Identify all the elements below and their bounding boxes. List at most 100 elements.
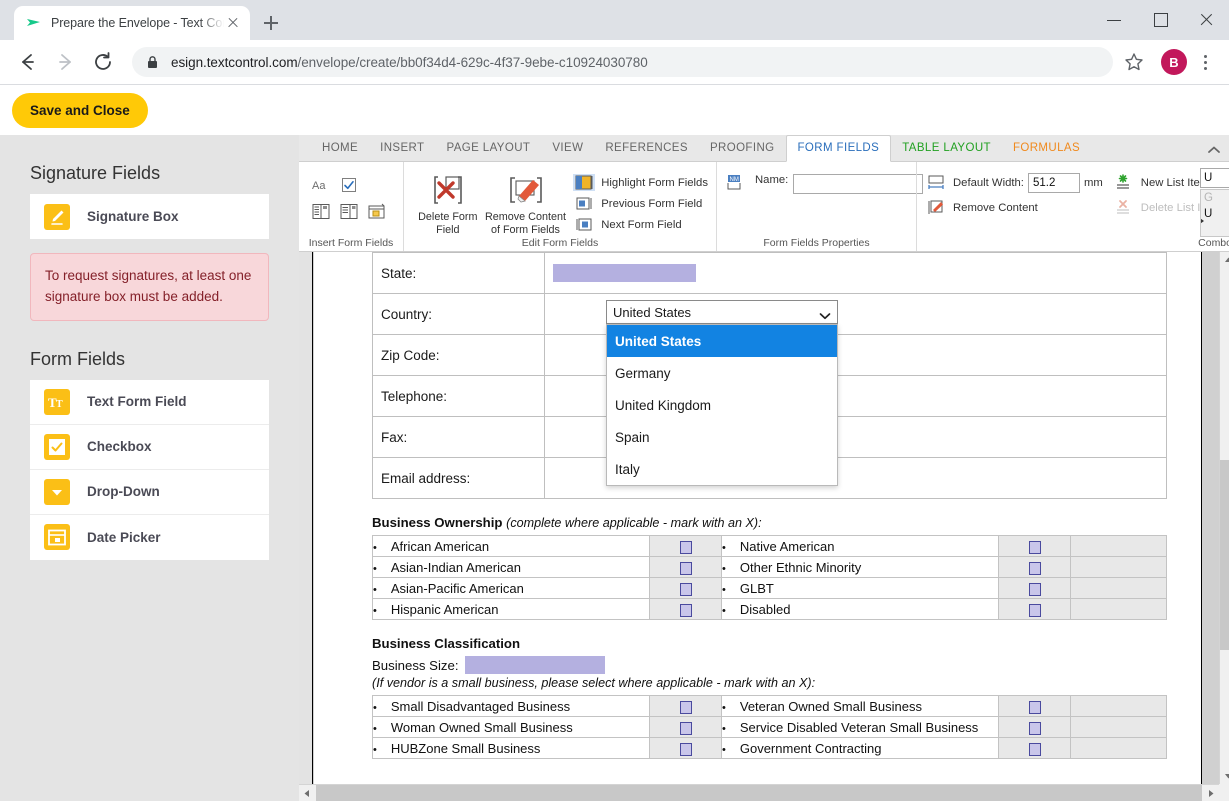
next-form-field-label: Next Form Field [601,218,682,231]
checkbox-field[interactable] [679,721,692,735]
option-checkbox-cell[interactable] [998,577,1071,599]
checkbox-field[interactable] [1028,721,1041,735]
tab-formulas[interactable]: FORMULAS [1002,136,1091,161]
url-path: /envelope/create/bb0f34d4-629c-4f37-9ebe… [297,54,648,70]
business-ownership-title: Business Ownership (complete where appli… [372,515,1167,530]
new-tab-button[interactable] [258,10,284,36]
insert-date-field-icon[interactable] [363,198,391,224]
country-dropdown[interactable]: United States United States Germany Unit… [606,300,838,486]
option-checkbox-cell[interactable] [998,695,1071,717]
dropdown-option[interactable]: Germany [607,357,837,389]
remove-content-of-form-fields-button[interactable]: Remove Content of Form Fields [484,168,568,238]
close-icon[interactable] [224,14,242,32]
window-close-button[interactable] [1183,0,1229,40]
combo-preview-item[interactable]: U [1204,206,1229,222]
delete-form-field-button[interactable]: Delete Form Field [412,168,484,238]
sidebar-item-text-form-field[interactable]: TT Text Form Field [30,380,269,425]
collapse-ribbon-icon[interactable] [1206,143,1222,157]
save-and-close-button[interactable]: Save and Close [12,92,148,128]
option-checkbox-cell[interactable] [998,535,1071,557]
checkbox-field[interactable] [1028,742,1041,756]
sidebar-item-checkbox[interactable]: Checkbox [30,425,269,470]
checkbox-field[interactable] [1028,561,1041,575]
option-checkbox-cell[interactable] [998,737,1071,759]
dropdown-option[interactable]: United Kingdom [607,389,837,421]
sidebar-item-drop-down[interactable]: Drop-Down [30,470,269,515]
tab-proofing[interactable]: PROOFING [699,136,786,161]
checkbox-field[interactable] [1028,603,1041,617]
checkbox-field[interactable] [679,582,692,596]
tab-references[interactable]: REFERENCES [594,136,699,161]
tab-form-fields[interactable]: FORM FIELDS [785,135,892,162]
tab-home[interactable]: HOME [311,136,369,161]
tab-view[interactable]: VIEW [541,136,594,161]
forward-icon[interactable] [49,46,81,78]
option-checkbox-cell[interactable] [649,737,722,759]
checkbox-field[interactable] [1028,700,1041,714]
browser-tab[interactable]: Prepare the Envelope - Text Cont [14,6,250,40]
country-dropdown-field[interactable]: United States [606,300,838,324]
option-checkbox-cell[interactable] [998,716,1071,738]
address-bar[interactable]: esign.textcontrol.com/envelope/create/bb… [132,47,1113,77]
remove-content-button[interactable]: Remove Content [925,197,1103,218]
vertical-scrollbar[interactable] [1219,252,1229,784]
maximize-button[interactable] [1137,0,1183,40]
business-size-form-field[interactable] [464,656,605,674]
option-checkbox-cell[interactable] [649,598,722,620]
default-width-input[interactable] [1027,172,1080,193]
sidebar-item-signature-box[interactable]: Signature Box [30,194,269,239]
country-dropdown-list[interactable]: United States Germany United Kingdom Spa… [606,324,838,486]
tab-insert[interactable]: INSERT [369,136,435,161]
avatar[interactable]: B [1161,49,1187,75]
bookmark-star-icon[interactable] [1119,47,1149,77]
vertical-scrollbar-thumb[interactable] [1220,460,1229,650]
insert-checkbox-icon[interactable] [335,172,363,198]
combo-list-preview[interactable]: U G U [1198,168,1229,240]
highlight-form-fields-toggle[interactable]: Highlight Form Fields [573,172,708,193]
horizontal-scrollbar-thumb[interactable] [316,785,1202,801]
horizontal-scrollbar[interactable] [299,784,1219,801]
next-form-field-button[interactable]: Next Form Field [573,214,708,235]
option-checkbox-cell[interactable] [649,556,722,578]
scroll-up-icon[interactable] [1220,252,1229,269]
checkbox-field[interactable] [1028,540,1041,554]
scroll-down-icon[interactable] [1220,767,1229,784]
checkbox-field[interactable] [1028,582,1041,596]
field-name-input[interactable] [793,174,924,194]
checkbox-field[interactable] [679,700,692,714]
option-checkbox-cell[interactable] [649,577,722,599]
ribbon-group-label: Edit Form Fields [521,237,599,249]
reload-icon[interactable] [87,46,119,78]
combo-preview-list[interactable]: G U [1200,189,1229,237]
minimize-button[interactable] [1091,0,1137,40]
checkbox-field[interactable] [679,742,692,756]
insert-combo-field-icon[interactable] [335,198,363,224]
combo-preview-item[interactable]: G [1204,190,1229,206]
sidebar-item-date-picker[interactable]: Date Picker [30,515,269,560]
option-checkbox-cell[interactable] [649,535,722,557]
state-form-field[interactable] [553,264,696,282]
checkbox-field[interactable] [679,603,692,617]
dropdown-option[interactable]: Spain [607,421,837,453]
checkbox-field[interactable] [679,540,692,554]
row-value[interactable] [544,252,1167,294]
tab-table-layout[interactable]: TABLE LAYOUT [891,136,1002,161]
tab-page-layout[interactable]: PAGE LAYOUT [435,136,541,161]
browser-menu-icon[interactable] [1195,47,1217,77]
previous-form-field-button[interactable]: Previous Form Field [573,193,708,214]
scroll-right-icon[interactable] [1202,785,1219,801]
document-canvas[interactable]: State: Country: Zip Code: Telephone: Fax… [299,252,1229,801]
back-icon[interactable] [11,46,43,78]
insert-text-field-icon[interactable]: Aa [307,172,335,198]
option-checkbox-cell[interactable] [998,556,1071,578]
ribbon-group-label: Insert Form Fields [308,237,394,249]
dropdown-option[interactable]: Italy [607,453,837,485]
dropdown-option[interactable]: United States [607,325,837,357]
option-checkbox-cell[interactable] [649,695,722,717]
scroll-left-icon[interactable] [299,785,316,801]
option-checkbox-cell[interactable] [649,716,722,738]
checkbox-field[interactable] [679,561,692,575]
option-checkbox-cell[interactable] [998,598,1071,620]
insert-list-field-icon[interactable] [307,198,335,224]
combo-preview-value[interactable]: U [1200,168,1229,188]
